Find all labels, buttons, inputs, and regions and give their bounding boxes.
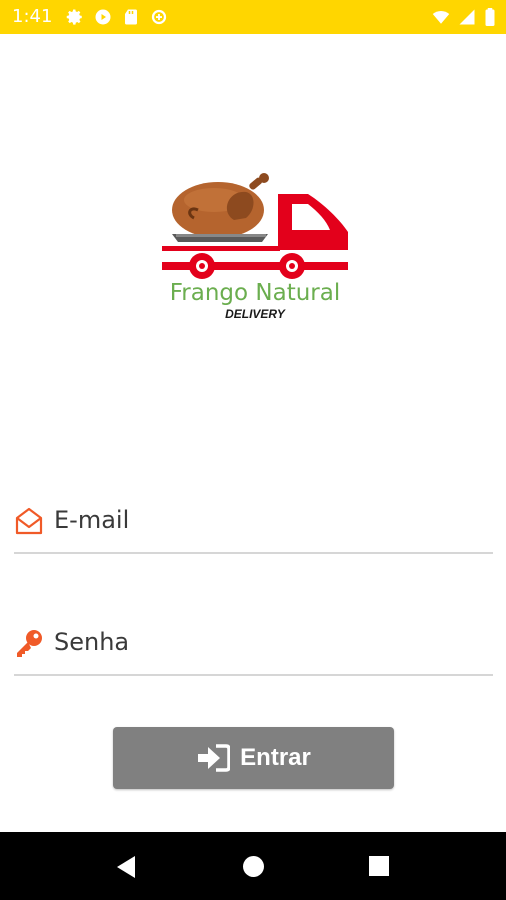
email-field[interactable] <box>14 496 493 554</box>
recents-icon[interactable] <box>369 856 389 876</box>
sd-card-icon <box>125 9 137 25</box>
back-icon[interactable] <box>115 856 137 878</box>
logo-tagline: DELIVERY <box>225 307 286 321</box>
password-field[interactable] <box>14 618 493 676</box>
login-button-label: Entrar <box>240 744 311 771</box>
logo-brand-name: Frango Natural <box>170 280 341 306</box>
login-button[interactable]: Entrar <box>113 727 394 789</box>
envelope-open-icon <box>15 507 43 535</box>
signal-icon <box>459 9 475 25</box>
sign-in-icon <box>198 744 231 772</box>
data-saver-icon <box>151 9 167 25</box>
gear-icon <box>66 9 82 25</box>
email-input[interactable] <box>54 500 484 540</box>
status-time: 1:41 <box>12 6 53 27</box>
play-icon <box>95 9 111 25</box>
battery-icon <box>485 8 495 26</box>
password-input[interactable] <box>54 622 484 662</box>
home-icon[interactable] <box>243 856 264 877</box>
roast-chicken-icon <box>172 173 269 242</box>
app-logo: Frango Natural DELIVERY <box>150 170 360 330</box>
wifi-icon <box>432 11 450 24</box>
key-icon <box>17 630 42 657</box>
status-bar: 1:41 <box>0 0 506 34</box>
